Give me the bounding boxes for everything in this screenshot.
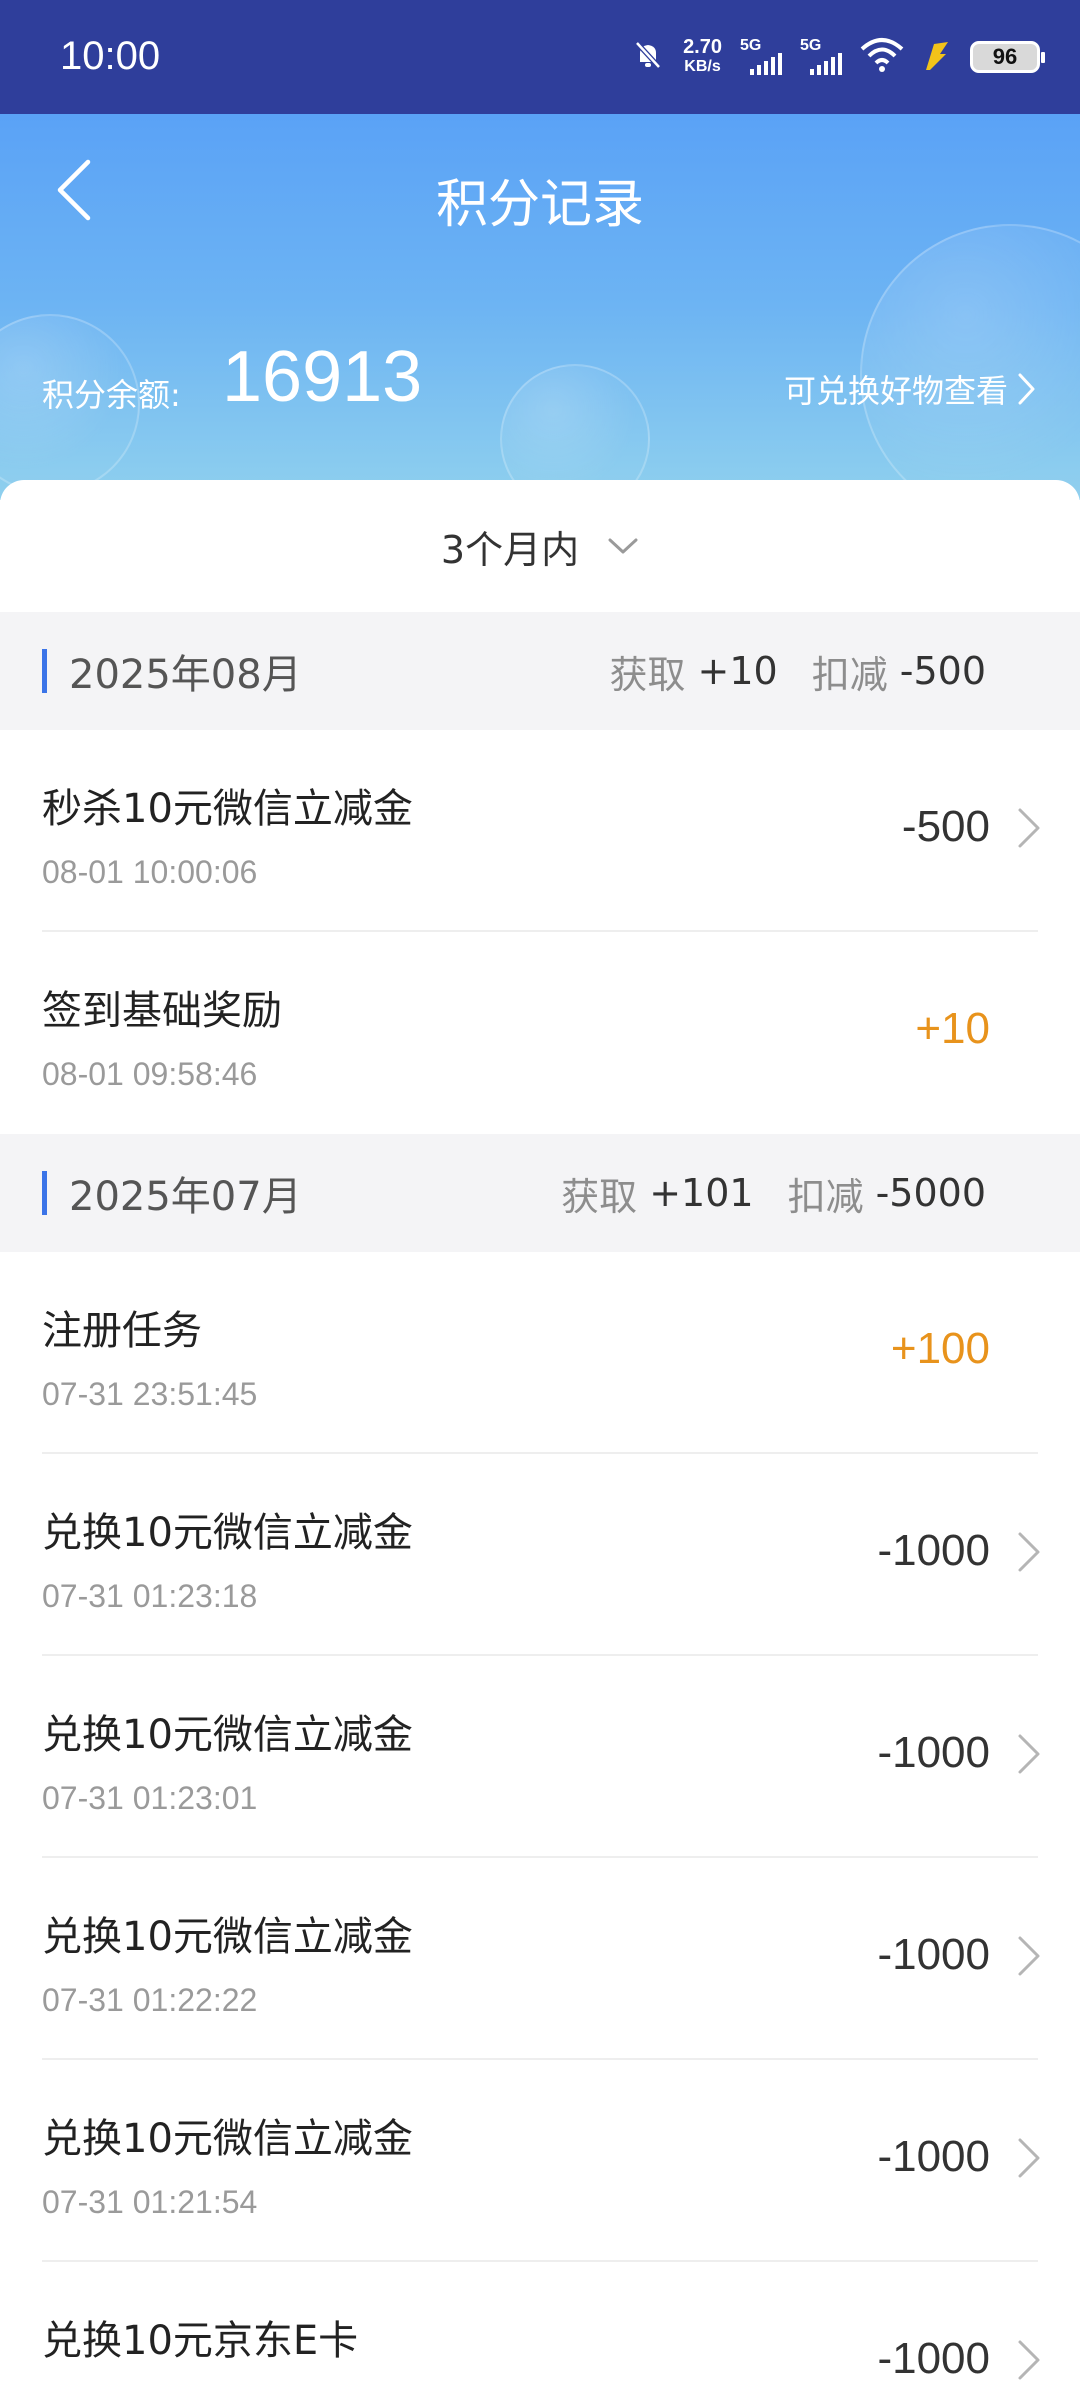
record-amount: +10 [915, 1004, 990, 1053]
balance-label: 积分余额: [42, 376, 181, 414]
record-row[interactable]: 兑换10元微信立减金 07-31 01:21:54 -1000 [42, 2060, 1040, 2262]
record-time: 07-31 01:21:54 [42, 2184, 258, 2220]
earn-label: 获取 [561, 1174, 638, 1219]
chevron-right-icon [1018, 1936, 1040, 1976]
signal-icon: 5G [740, 37, 782, 77]
time-filter-label: 3个月内 [440, 527, 580, 572]
record-amount: -1000 [877, 1930, 990, 1979]
chevron-right-icon [1018, 808, 1040, 848]
balance-value: 16913 [222, 337, 423, 417]
battery-icon: 96 [970, 41, 1045, 73]
deduct-value: -5000 [875, 1171, 986, 1215]
record-amount: -1000 [877, 1526, 990, 1575]
record-amount: +100 [890, 1324, 990, 1373]
record-amount: -1000 [877, 2132, 990, 2181]
record-title: 秒杀10元微信立减金 [42, 786, 413, 832]
chevron-right-icon [1018, 2340, 1040, 2380]
earn-label: 获取 [609, 652, 686, 697]
header: 积分记录 积分余额: 16913 可兑换好物查看 [0, 114, 1080, 500]
record-amount: -500 [901, 802, 990, 851]
net-speed-value: 2.70 [683, 36, 722, 58]
status-time: 10:00 [60, 34, 161, 78]
chevron-right-icon [1018, 2138, 1040, 2178]
mute-bell-icon [631, 38, 665, 76]
earn-value: +10 [697, 649, 778, 693]
chevron-right-icon [1018, 1532, 1040, 1572]
month-summary: 获取 +101 扣减 -5000 [561, 1166, 986, 1221]
record-amount: -1000 [877, 1728, 990, 1777]
record-time: 08-01 09:58:46 [42, 1056, 258, 1092]
signal-icon: 5G [800, 37, 842, 77]
month-title: 2025年08月 [69, 652, 302, 698]
record-row[interactable]: 秒杀10元微信立减金 08-01 10:00:06 -500 [42, 730, 1040, 932]
record-title: 兑换10元微信立减金 [42, 1510, 413, 1556]
record-row[interactable]: 兑换10元微信立减金 07-31 01:23:01 -1000 [42, 1656, 1040, 1858]
record-time: 07-31 01:23:18 [42, 1578, 258, 1614]
record-time: 08-01 10:00:06 [42, 854, 258, 890]
record-row[interactable]: 签到基础奖励 08-01 09:58:46 +10 [42, 932, 1038, 1134]
record-time: 07-31 01:22:22 [42, 1982, 258, 2018]
record-title: 兑换10元微信立减金 [42, 2116, 413, 2162]
record-time: 07-31 01:23:01 [42, 1780, 258, 1816]
record-title: 兑换10元微信立减金 [42, 1712, 413, 1758]
record-time: 07-31 23:51:45 [42, 1376, 258, 1412]
net-speed-unit: KB/s [684, 58, 721, 75]
wifi-icon [860, 37, 904, 77]
deduct-value: -500 [899, 649, 986, 693]
earn-value: +101 [649, 1171, 754, 1215]
month-accent-bar [42, 649, 47, 693]
status-icons: 2.70 KB/s 5G 5G 96 [631, 32, 1045, 82]
record-title: 兑换10元京东E卡 [42, 2318, 359, 2364]
record-title: 注册任务 [42, 1308, 202, 1354]
record-title: 兑换10元微信立减金 [42, 1914, 413, 1960]
net-speed: 2.70 KB/s [683, 37, 722, 77]
chevron-right-icon [1018, 1734, 1040, 1774]
charging-icon [922, 38, 952, 76]
month-accent-bar [42, 1171, 47, 1215]
deduct-label: 扣减 [787, 1174, 864, 1219]
month-header: 2025年07月 获取 +101 扣减 -5000 [0, 1134, 1080, 1252]
month-title: 2025年07月 [69, 1174, 302, 1220]
month-header: 2025年08月 获取 +10 扣减 -500 [0, 612, 1080, 730]
chevron-right-icon [1018, 373, 1035, 405]
record-amount: -1000 [877, 2334, 990, 2383]
status-bar: 10:00 2.70 KB/s 5G 5G 96 [0, 0, 1080, 114]
time-filter-dropdown[interactable]: 3个月内 [0, 480, 1080, 612]
deduct-label: 扣减 [811, 652, 888, 697]
page-title: 积分记录 [435, 175, 644, 235]
month-summary: 获取 +10 扣减 -500 [610, 644, 986, 699]
chevron-down-icon [608, 538, 638, 554]
records-panel: 3个月内 2025年08月 获取 +10 扣减 -500 秒杀10元微信立减金 … [0, 480, 1080, 2400]
redeem-link-label: 可兑换好物查看 [783, 372, 1008, 410]
record-row[interactable]: 兑换10元京东E卡 -1000 [42, 2262, 1040, 2400]
redeem-link[interactable]: 可兑换好物查看 [784, 366, 1036, 412]
record-title: 签到基础奖励 [42, 988, 282, 1034]
record-row[interactable]: 兑换10元微信立减金 07-31 01:23:18 -1000 [42, 1454, 1040, 1656]
decorative-bubble [860, 224, 1080, 500]
record-row[interactable]: 兑换10元微信立减金 07-31 01:22:22 -1000 [42, 1858, 1040, 2060]
record-row[interactable]: 注册任务 07-31 23:51:45 +100 [42, 1252, 1038, 1454]
